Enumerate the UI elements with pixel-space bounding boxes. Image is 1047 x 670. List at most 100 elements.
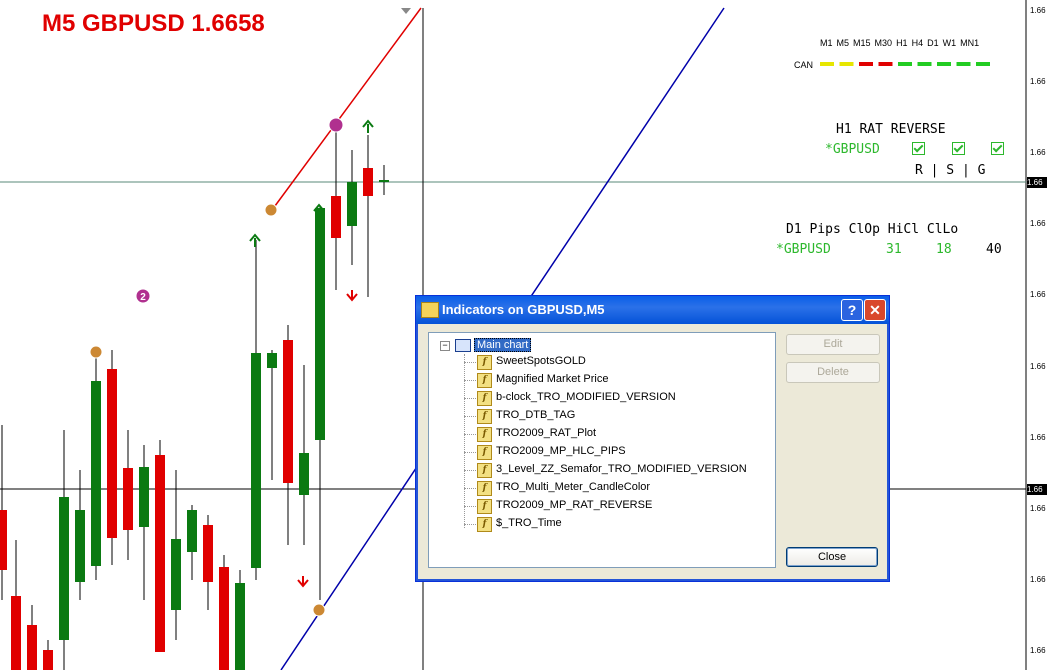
semafor-dot [328, 117, 344, 133]
indicator-label[interactable]: TRO2009_MP_HLC_PIPS [496, 445, 626, 457]
timeframe-label: H4 [911, 38, 924, 48]
indicator-icon: f [477, 445, 492, 460]
bull-candle [235, 583, 245, 670]
bear-candle [107, 369, 117, 538]
can-color-bar [859, 62, 873, 66]
close-window-button[interactable]: ✕ [864, 299, 886, 321]
indicator-tree[interactable]: − Main chart f SweetSpotsGOLD f Magnified M… [428, 332, 776, 568]
rat-symbol: *GBPUSD [825, 142, 880, 157]
tree-connector [464, 506, 476, 507]
timeframe-labels: M1 M5 M15 M30 H1 H4 D1 W1 MN1 [820, 38, 983, 48]
semafor-dot [312, 603, 326, 617]
indicator-icon: f [477, 481, 492, 496]
chart-title: M5 GBPUSD 1.6658 [42, 10, 265, 37]
indicator-icon: f [477, 409, 492, 424]
bull-candle [299, 453, 309, 495]
bull-candle [315, 208, 325, 440]
bull-candle [75, 510, 85, 582]
timeframe-label: M30 [874, 38, 893, 48]
bull-candle [91, 381, 101, 566]
indicator-label[interactable]: Magnified Market Price [496, 373, 609, 385]
bull-candle [251, 353, 261, 568]
price-axis-label: 1.66 [1030, 433, 1046, 442]
can-color-bar [956, 62, 971, 66]
delete-button[interactable]: Delete [786, 362, 880, 383]
tree-connector [464, 488, 476, 489]
indicator-label[interactable]: TRO2009_RAT_Plot [496, 427, 596, 439]
up-arrow-icon [249, 233, 261, 247]
bear-candle [11, 596, 21, 670]
edit-button[interactable]: Edit [786, 334, 880, 355]
timeframe-label: H1 [896, 38, 908, 48]
price-axis-label: 1.66 [1030, 77, 1046, 86]
indicator-icon: f [477, 427, 492, 442]
d1-value-hicl: 18 [936, 242, 952, 257]
can-color-bars [820, 62, 990, 66]
rat-rsg-labels: R | S | G [915, 163, 986, 178]
indicators-window-icon [421, 302, 439, 318]
timeframe-label: MN1 [960, 38, 980, 48]
bull-candle [187, 510, 197, 552]
chart-shift-marker [401, 8, 411, 14]
indicator-label[interactable]: $_TRO_Time [496, 517, 562, 529]
d1-symbol: *GBPUSD [776, 242, 831, 257]
timeframe-label: W1 [942, 38, 957, 48]
bull-candle [347, 182, 357, 226]
bear-candle [43, 650, 53, 670]
bull-candle [59, 497, 69, 640]
down-arrow-icon [297, 576, 309, 588]
bull-candle [267, 353, 277, 368]
rat-check-s [952, 142, 965, 155]
tree-root-label[interactable]: Main chart [474, 338, 532, 352]
help-button[interactable]: ? [841, 299, 863, 321]
bear-candle [155, 455, 165, 652]
tree-connector [464, 380, 476, 381]
bull-candle [171, 539, 181, 610]
timeframe-label: M15 [853, 38, 871, 48]
indicator-label[interactable]: TRO_DTB_TAG [496, 409, 575, 421]
tree-connector [464, 524, 476, 525]
bear-candle [0, 510, 7, 570]
dialog-titlebar[interactable]: Indicators on GBPUSD,M5 ? ✕ [416, 296, 889, 324]
indicator-label[interactable]: b-clock_TRO_MODIFIED_VERSION [496, 391, 676, 403]
close-button[interactable]: Close [786, 547, 878, 567]
d1-value-clop: 31 [886, 242, 902, 257]
tree-connector [464, 416, 476, 417]
can-color-bar [976, 62, 990, 66]
can-color-bar [878, 62, 893, 66]
bear-candle [331, 196, 341, 238]
indicator-label[interactable]: SweetSpotsGOLD [496, 355, 586, 367]
price-axis-label: 1.66 [1030, 646, 1046, 655]
indicator-label[interactable]: TRO_Multi_Meter_CandleColor [496, 481, 650, 493]
price-axis-label: 1.66 [1030, 362, 1046, 371]
down-arrow-icon [346, 290, 358, 302]
price-tag-upper: 1.66 [1027, 177, 1047, 188]
indicator-label[interactable]: TRO2009_MP_RAT_REVERSE [496, 499, 652, 511]
price-axis-label: 1.66 [1030, 504, 1046, 513]
tree-connector [464, 434, 476, 435]
tree-connector [464, 362, 476, 363]
indicator-icon: f [477, 499, 492, 514]
can-color-bar [898, 62, 912, 66]
can-color-bar [937, 62, 951, 66]
indicator-icon: f [477, 391, 492, 406]
indicator-icon: f [477, 355, 492, 370]
collapse-icon[interactable]: − [440, 341, 450, 351]
price-axis-label: 1.66 [1030, 575, 1046, 584]
bear-candle [203, 525, 213, 582]
price-axis-label: 1.66 [1030, 148, 1046, 157]
tree-connector [464, 398, 476, 399]
semafor-dot [264, 203, 278, 217]
d1-value-cllo: 40 [986, 242, 1002, 257]
indicators-dialog: Indicators on GBPUSD,M5 ? ✕ − Main chart… [415, 295, 890, 582]
indicator-label[interactable]: 3_Level_ZZ_Semafor_TRO_MODIFIED_VERSION [496, 463, 747, 475]
price-axis-label: 1.66 [1030, 219, 1046, 228]
price-axis-label: 1.66 [1030, 6, 1046, 15]
rat-check-g [991, 142, 1004, 155]
can-color-bar [839, 62, 854, 66]
red-trend-line[interactable] [271, 7, 422, 211]
candles-group [0, 130, 389, 670]
rat-check-r [912, 142, 925, 155]
up-arrow-icon [362, 119, 374, 133]
timeframe-label: D1 [927, 38, 939, 48]
